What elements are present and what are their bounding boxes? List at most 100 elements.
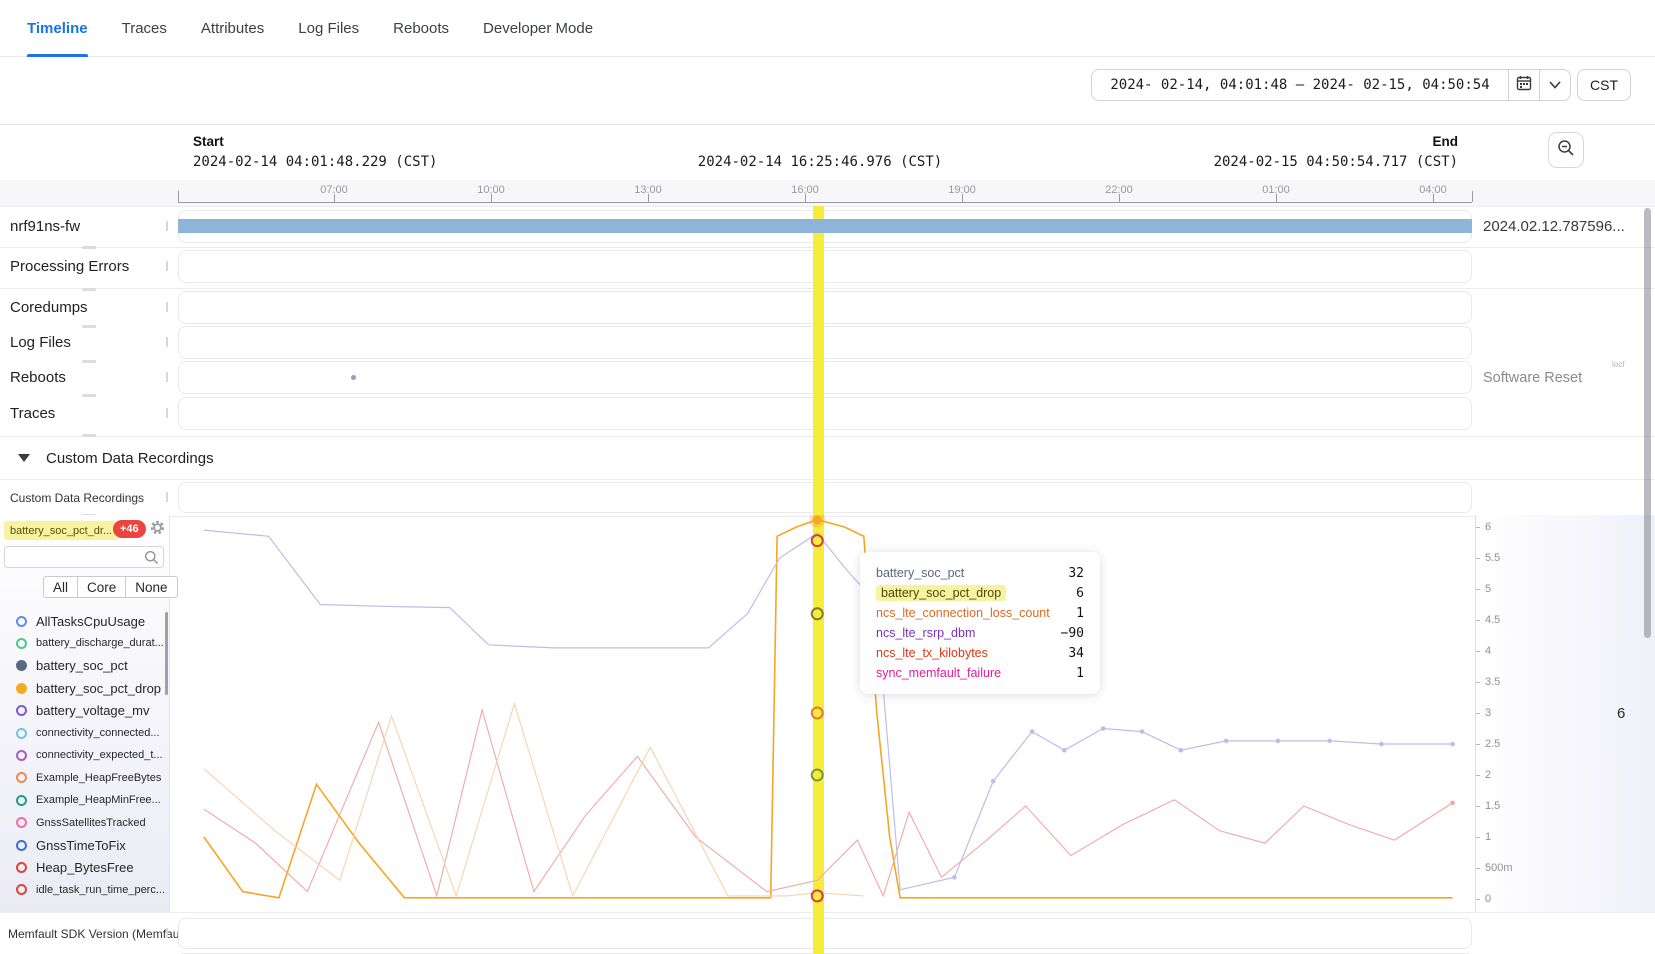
- chevron-down-icon: [1549, 76, 1561, 94]
- metric-search[interactable]: [4, 546, 164, 568]
- metric-item[interactable]: Example_HeapMinFree...: [16, 789, 161, 811]
- chart-point: [1450, 801, 1455, 806]
- metric-name: AllTasksCpuUsage: [36, 614, 145, 629]
- metric-item[interactable]: Heap_BytesFree: [16, 856, 134, 878]
- tab-traces[interactable]: Traces: [122, 0, 167, 57]
- reboot-event-dot[interactable]: [351, 375, 356, 380]
- metric-item[interactable]: battery_discharge_durat...: [16, 632, 164, 654]
- gear-icon[interactable]: [149, 519, 166, 541]
- metric-name: Example_HeapFreeBytes: [36, 772, 161, 784]
- metric-item[interactable]: GnssSatellitesTracked: [16, 812, 146, 834]
- memfault-sdk-version-track[interactable]: [178, 918, 1472, 949]
- zoom-out-icon: [1557, 139, 1575, 162]
- row-label-reboots: Reboots: [10, 361, 168, 394]
- metric-dot-ring: [16, 862, 27, 873]
- coredumps-track[interactable]: [178, 291, 1472, 324]
- metric-item[interactable]: GnssTimeToFix: [16, 834, 126, 856]
- date-presets-button[interactable]: [1540, 69, 1571, 101]
- tooltip-metric-name: battery_soc_pct: [876, 566, 964, 580]
- metric-dot-ring: [16, 817, 27, 828]
- right-axis-tick-label: 2.5: [1485, 738, 1500, 750]
- metric-search-input[interactable]: [9, 548, 143, 568]
- tab-log-files[interactable]: Log Files: [298, 0, 359, 57]
- time-axis-tick: [1119, 194, 1120, 202]
- metric-dot-filled: [16, 660, 27, 671]
- metric-dot-ring: [16, 795, 27, 806]
- tab-timeline[interactable]: Timeline: [27, 0, 88, 57]
- tooltip-row: battery_soc_pct32: [876, 563, 1084, 583]
- row-handle: [166, 372, 168, 382]
- right-axis-tick-label: 3: [1485, 707, 1491, 719]
- zoom-out-button[interactable]: [1548, 132, 1584, 168]
- tooltip-row: battery_soc_pct_drop6: [876, 583, 1084, 603]
- row-resize-dash: [82, 434, 96, 437]
- metric-item[interactable]: battery_soc_pct: [16, 655, 128, 677]
- cursor-marker: [812, 770, 823, 781]
- right-axis-tick: [1476, 527, 1480, 528]
- metric-dot-filled: [16, 683, 27, 694]
- metric-item[interactable]: idle_task_run_time_perc...: [16, 879, 165, 901]
- filter-button-all[interactable]: All: [43, 576, 78, 598]
- metric-item[interactable]: AllTasksCpuUsage: [16, 610, 145, 632]
- row-label-firmware: nrf91ns-fw: [10, 210, 168, 243]
- processing-errors-track[interactable]: [178, 250, 1472, 283]
- calendar-icon: [1516, 75, 1532, 96]
- tooltip-metric-value: −90: [1061, 626, 1084, 641]
- metric-item[interactable]: battery_voltage_mv: [16, 700, 149, 722]
- tooltip-metric-value: 1: [1076, 606, 1084, 621]
- chart-point: [1030, 729, 1035, 734]
- right-axis-tick: [1476, 868, 1480, 869]
- firmware-version-bar[interactable]: [178, 219, 1472, 233]
- custom-data-recordings-track[interactable]: [178, 482, 1472, 513]
- cursor-marker: [812, 708, 823, 719]
- metrics-chart[interactable]: [170, 515, 1475, 912]
- page-scrollbar[interactable]: [1644, 208, 1651, 638]
- metric-list-scrollbar[interactable]: [165, 612, 168, 695]
- row-label-custom-data-recordings: Custom Data Recordings: [10, 482, 168, 513]
- chart-right-axis: 6 65.554.543.532.521.51500m0: [1475, 515, 1655, 912]
- tab-bar: Timeline Traces Attributes Log Files Reboots…: [0, 0, 1655, 57]
- metric-item[interactable]: connectivity_connected...: [16, 722, 160, 744]
- tooltip-metric-value: 1: [1076, 666, 1084, 681]
- tab-attributes[interactable]: Attributes: [201, 0, 264, 57]
- chart-tooltip: battery_soc_pct32battery_soc_pct_drop6nc…: [860, 552, 1100, 694]
- time-axis-line: [178, 202, 1472, 203]
- time-axis-tick: [962, 194, 963, 202]
- cursor-marker: [812, 608, 823, 619]
- right-axis-tick-label: 3.5: [1485, 676, 1500, 688]
- current-value-label: 6: [1617, 705, 1625, 722]
- metric-item[interactable]: Example_HeapFreeBytes: [16, 767, 161, 789]
- chart-point: [1062, 748, 1067, 753]
- chart-point: [1276, 739, 1281, 744]
- chart-point: [952, 875, 957, 880]
- selected-metric-chip[interactable]: battery_soc_pct_dr...: [4, 521, 118, 540]
- custom-data-recordings-header[interactable]: Custom Data Recordings: [0, 436, 1655, 480]
- metric-name: connectivity_expected_t...: [36, 749, 163, 761]
- date-range-input[interactable]: 2024- 02-14, 04:01:48 – 2024- 02-15, 04:…: [1091, 69, 1509, 101]
- filter-button-none[interactable]: None: [125, 576, 177, 598]
- reboots-track[interactable]: [178, 361, 1472, 394]
- timezone-button[interactable]: CST: [1577, 69, 1631, 101]
- log-files-track[interactable]: [178, 326, 1472, 359]
- traces-track[interactable]: [178, 397, 1472, 430]
- tooltip-row: ncs_lte_connection_loss_count1: [876, 603, 1084, 623]
- right-axis-tick-label: 4.5: [1485, 614, 1500, 626]
- metric-dot-ring: [16, 884, 27, 895]
- chart-line-series_salmon: [204, 710, 1453, 896]
- tab-developer-mode[interactable]: Developer Mode: [483, 0, 593, 57]
- tab-reboots[interactable]: Reboots: [393, 0, 449, 57]
- right-axis-tick-label: 6: [1485, 521, 1491, 533]
- metric-item[interactable]: connectivity_expected_t...: [16, 744, 163, 766]
- filter-button-core[interactable]: Core: [77, 576, 126, 598]
- toolbar: 2024- 02-14, 04:01:48 – 2024- 02-15, 04:…: [0, 58, 1655, 112]
- metric-overflow-badge[interactable]: +46: [113, 520, 146, 538]
- tooltip-metric-name: ncs_lte_tx_kilobytes: [876, 646, 988, 660]
- chart-point: [1327, 739, 1332, 744]
- metric-dot-ring: [16, 728, 27, 739]
- end-label: End: [1433, 134, 1459, 149]
- timeline-header: Start 2024-02-14 04:01:48.229 (CST) 2024…: [0, 124, 1655, 181]
- right-axis-tick: [1476, 899, 1480, 900]
- metric-item[interactable]: battery_soc_pct_drop: [16, 677, 161, 699]
- metric-name: Heap_BytesFree: [36, 860, 134, 875]
- calendar-button[interactable]: [1509, 69, 1540, 101]
